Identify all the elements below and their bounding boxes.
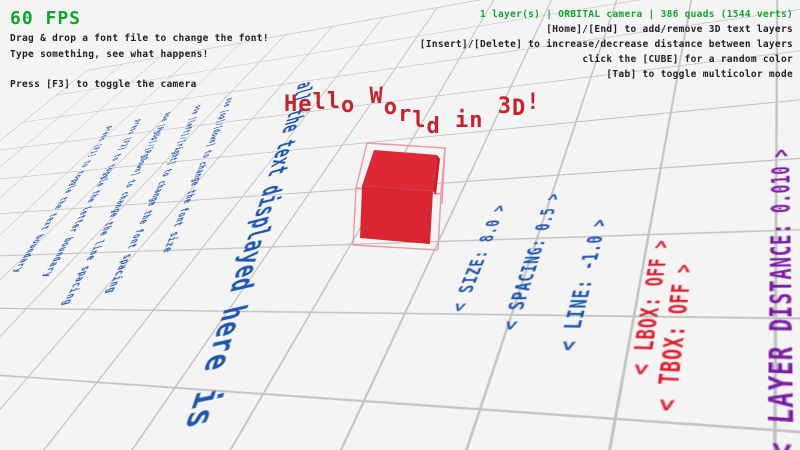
hint-add-remove-layers: [Home]/[End] to add/remove 3D text layer…: [546, 24, 793, 35]
hint-toggle-camera: Press [F3] to toggle the camera: [10, 79, 197, 90]
ground-status-label: < LAYER DISTANCE: 0.010 >: [758, 148, 800, 450]
hello-char: n: [469, 108, 483, 133]
ground-status-label: < SPACING: 0.5 >: [498, 192, 566, 330]
hello-char: o: [384, 95, 398, 120]
ground-status-label: < LINE: -1.0 >: [555, 218, 613, 351]
hello-char: D: [512, 96, 526, 121]
fps-counter: 60 FPS: [10, 8, 81, 29]
hint-cube-random-color: click the [CUBE] for a random color: [582, 54, 793, 65]
app-window: { "hud": { "fps": "60 FPS", "left_lines"…: [0, 0, 800, 450]
hello-char: l: [327, 89, 341, 114]
hello-char: [355, 84, 369, 109]
cube-front-face[interactable]: [360, 186, 433, 244]
hint-drag-drop-font: Drag & drop a font file to change the fo…: [10, 33, 269, 44]
cube[interactable]: [330, 128, 460, 263]
hello-char: [441, 84, 455, 109]
hello-char: 3: [498, 94, 512, 119]
hello-char: W: [370, 84, 384, 109]
hello-char: o: [341, 93, 355, 118]
ground-help-line: use [up]/[down] to change the font size: [160, 96, 236, 254]
hello-world-3d-text: Hello World in 3D!: [284, 84, 541, 109]
render-stats: 1 layer(s) | ORBITAL camera | 386 quads …: [480, 9, 793, 20]
hello-char: r: [398, 102, 412, 127]
hello-char: l: [313, 90, 327, 115]
hello-char: e: [298, 92, 312, 117]
cube-top-face[interactable]: [362, 150, 437, 191]
hello-char: [484, 84, 498, 109]
hello-char: H: [284, 92, 298, 117]
hint-type-something: Type something, see what happens!: [10, 49, 209, 60]
hint-layer-distance: [Insert]/[Delete] to increase/decrease d…: [420, 39, 793, 50]
hello-char: !: [526, 90, 540, 115]
hint-multicolor-mode: [Tab] to toggle multicolor mode: [606, 69, 793, 80]
